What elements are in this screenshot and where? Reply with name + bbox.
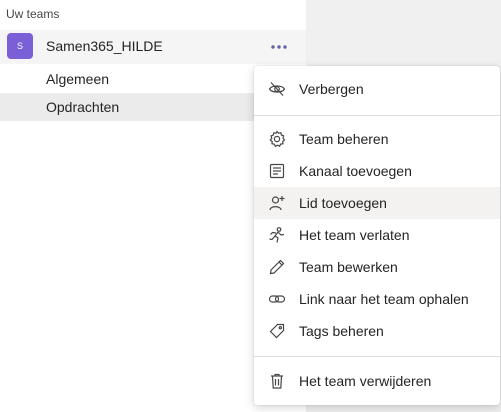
menu-item-label: Het team verwijderen [299, 373, 432, 389]
menu-item-lid-toevoegen[interactable]: Lid toevoegen [254, 187, 500, 219]
leave-icon [269, 227, 285, 243]
menu-item-label: Tags beheren [299, 323, 384, 339]
ellipsis-icon [271, 45, 287, 49]
menu-item-label: Kanaal toevoegen [299, 163, 412, 179]
link-icon [268, 295, 286, 303]
menu-item-team-verwijderen[interactable]: Het team verwijderen [254, 365, 500, 397]
menu-item-team-verlaten[interactable]: Het team verlaten [254, 219, 500, 251]
menu-item-label: Team bewerken [299, 259, 398, 275]
tag-icon [269, 323, 285, 339]
add-channel-icon [269, 163, 285, 179]
menu-item-tags-beheren[interactable]: Tags beheren [254, 315, 500, 347]
menu-item-label: Het team verlaten [299, 227, 410, 243]
team-name: Samen365_HILDE [46, 38, 163, 54]
team-context-menu: Verbergen Team beheren Kanaal toevoegen … [254, 66, 500, 405]
channel-label: Algemeen [46, 71, 110, 87]
add-person-icon [269, 196, 285, 211]
menu-item-link-ophalen[interactable]: Link naar het team ophalen [254, 283, 500, 315]
pencil-icon [269, 259, 285, 275]
menu-divider [254, 356, 500, 357]
channel-label: Opdrachten [46, 99, 120, 115]
menu-item-label: Lid toevoegen [299, 195, 387, 211]
team-row-samen365[interactable]: S Samen365_HILDE [0, 30, 306, 64]
menu-item-label: Team beheren [299, 131, 389, 147]
menu-item-label: Verbergen [299, 81, 364, 97]
more-options-button[interactable] [266, 36, 292, 58]
eye-off-icon [268, 82, 286, 96]
team-avatar: S [7, 33, 33, 59]
menu-item-team-beheren[interactable]: Team beheren [254, 123, 500, 155]
gear-icon [269, 130, 286, 148]
menu-divider [254, 115, 500, 116]
menu-item-label: Link naar het team ophalen [299, 291, 469, 307]
menu-item-verbergen[interactable]: Verbergen [254, 73, 500, 105]
menu-item-kanaal-toevoegen[interactable]: Kanaal toevoegen [254, 155, 500, 187]
trash-icon [271, 373, 283, 389]
section-label-your-teams: Uw teams [6, 7, 60, 21]
menu-item-team-bewerken[interactable]: Team bewerken [254, 251, 500, 283]
